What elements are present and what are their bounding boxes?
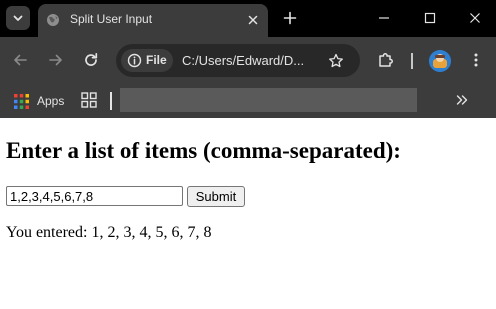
plus-icon <box>283 11 297 25</box>
browser-menu-button[interactable] <box>465 49 487 71</box>
tab-groups-icon[interactable] <box>81 92 97 108</box>
toolbar-divider <box>411 53 413 69</box>
browser-toolbar: File C:/Users/Edward/D... <box>0 37 496 84</box>
active-tab[interactable]: Split User Input <box>38 4 268 37</box>
double-chevron-right-icon <box>456 95 468 105</box>
tab-search-button[interactable] <box>6 6 30 30</box>
browser-titlebar: Split User Input <box>0 0 496 37</box>
puzzle-icon <box>379 53 393 67</box>
maximize-icon <box>424 12 436 24</box>
bookmarks-overflow-button[interactable] <box>453 91 471 109</box>
star-icon <box>329 53 343 68</box>
extensions-button[interactable] <box>375 49 397 71</box>
bookmark-star-button[interactable] <box>325 50 347 72</box>
apps-label: Apps <box>37 94 65 108</box>
items-input[interactable] <box>6 186 183 206</box>
apps-bookmark[interactable]: Apps <box>14 92 64 110</box>
tab-close-button[interactable] <box>244 11 262 29</box>
reload-button[interactable] <box>80 49 102 71</box>
maximize-button[interactable] <box>418 6 442 30</box>
minimize-button[interactable] <box>372 6 396 30</box>
address-bar[interactable]: File C:/Users/Edward/D... <box>116 44 360 77</box>
reload-icon <box>85 52 98 66</box>
bookmarks-divider <box>110 92 112 110</box>
arrow-left-icon <box>14 54 27 66</box>
arrow-right-icon <box>49 54 62 66</box>
site-info-chip[interactable]: File <box>121 49 173 72</box>
new-tab-button[interactable] <box>280 8 300 28</box>
close-icon <box>470 13 480 23</box>
info-icon <box>127 53 142 68</box>
kebab-menu-icon <box>474 53 478 67</box>
page-heading: Enter a list of items (comma-separated): <box>6 138 401 163</box>
close-icon <box>248 15 258 25</box>
bookmarks-bar: Apps <box>0 84 496 118</box>
chevron-down-icon <box>13 15 23 21</box>
apps-grid-icon <box>14 93 29 109</box>
back-button[interactable] <box>9 49 31 71</box>
page-content: Enter a list of items (comma-separated):… <box>0 118 496 309</box>
site-chip-label: File <box>146 53 167 67</box>
forward-button[interactable] <box>45 49 67 71</box>
submit-button[interactable]: Submit <box>187 186 245 207</box>
result-output: You entered: 1, 2, 3, 4, 5, 6, 7, 8 <box>6 224 212 241</box>
close-window-button[interactable] <box>463 6 487 30</box>
url-text[interactable]: C:/Users/Edward/D... <box>182 53 304 68</box>
minimize-icon <box>379 17 389 19</box>
globe-icon <box>47 14 59 26</box>
redacted-bookmarks <box>120 88 417 112</box>
avatar-icon <box>429 50 451 72</box>
profile-avatar[interactable] <box>429 50 451 72</box>
tab-title: Split User Input <box>70 12 153 26</box>
